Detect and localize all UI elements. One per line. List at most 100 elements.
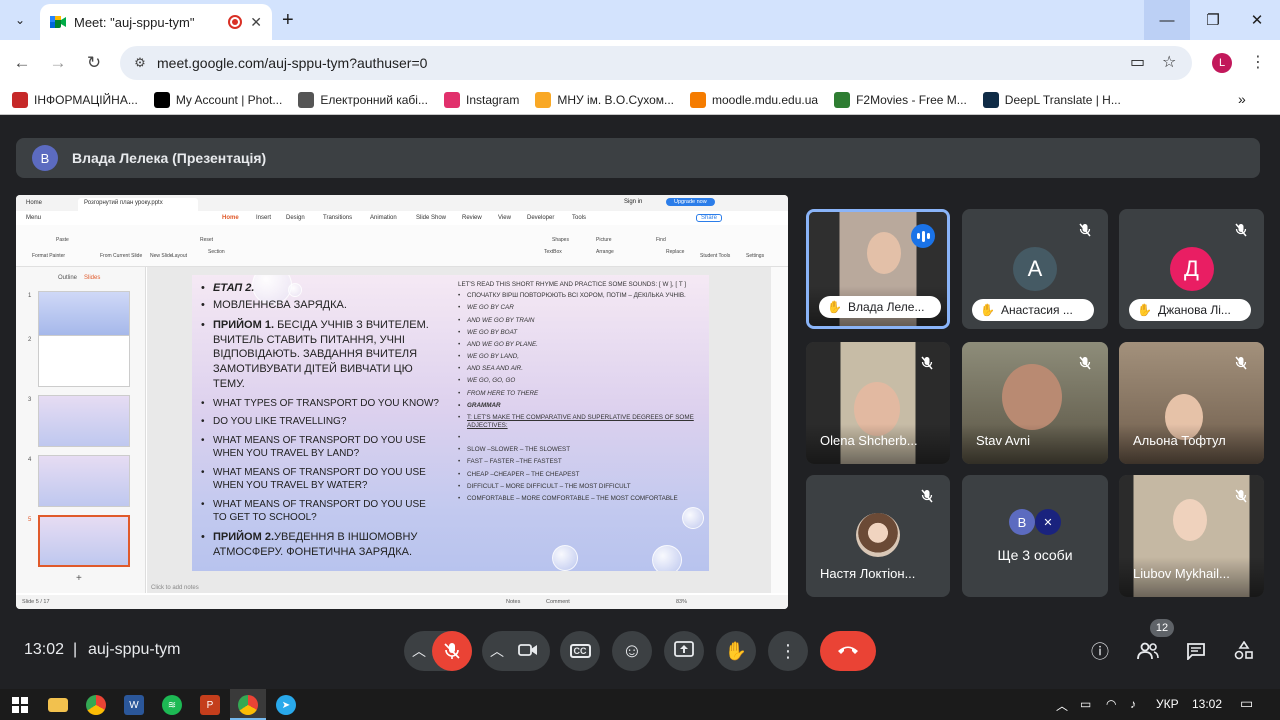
wps-ribbon-button[interactable]: Format Painter bbox=[32, 253, 65, 259]
word-icon[interactable]: W bbox=[124, 695, 144, 715]
wps-menu-item[interactable]: Design bbox=[286, 215, 305, 221]
wps-menu-item[interactable]: View bbox=[498, 215, 511, 221]
participant-tile[interactable]: Olena Shcherb... bbox=[806, 342, 950, 464]
notes-placeholder[interactable]: Click to add notes bbox=[151, 585, 199, 591]
participant-tile[interactable]: А ✋ Анастасия ... bbox=[962, 209, 1108, 329]
wps-signin[interactable]: Sign in bbox=[624, 199, 642, 205]
wps-ribbon-button[interactable]: Settings bbox=[746, 253, 764, 259]
wps-ribbon-button[interactable]: TextBox bbox=[544, 249, 562, 255]
wps-ribbon-button[interactable]: Paste bbox=[56, 237, 69, 243]
battery-icon[interactable]: ▭ bbox=[1080, 697, 1091, 711]
wps-ribbon-button[interactable]: New Slide bbox=[150, 253, 173, 259]
wps-menu-item[interactable]: Slide Show bbox=[416, 215, 446, 221]
reload-icon[interactable]: ↻ bbox=[82, 51, 106, 75]
bookmark-item[interactable]: МНУ ім. В.О.Сухом... bbox=[535, 92, 674, 108]
bookmark-star-icon[interactable]: ☆ bbox=[1162, 52, 1176, 72]
volume-icon[interactable]: ♪ bbox=[1130, 697, 1136, 711]
slide-5[interactable]: ЕТАП 2. МОВЛЕННЄВА ЗАРЯДКА. ПРИЙОМ 1. БЕСІ… bbox=[192, 275, 709, 571]
participant-tile[interactable]: Настя Локтіон... bbox=[806, 475, 950, 597]
comment-toggle[interactable]: Comment bbox=[546, 599, 570, 605]
present-button[interactable] bbox=[664, 631, 704, 671]
camera-in-use-icon[interactable]: ▭ bbox=[1130, 52, 1145, 72]
notifications-icon[interactable]: ▭ bbox=[1240, 695, 1253, 712]
slides-tab[interactable]: Slides bbox=[84, 275, 100, 281]
wps-menu-item[interactable]: Tools bbox=[572, 215, 586, 221]
wps-menu-item[interactable]: Transitions bbox=[323, 215, 352, 221]
reactions-button[interactable]: ☺ bbox=[612, 631, 652, 671]
wps-ribbon-button[interactable]: Student Tools bbox=[700, 253, 730, 259]
slide-thumbnail[interactable] bbox=[38, 335, 130, 387]
slide-thumbnail[interactable] bbox=[38, 395, 130, 447]
windows-start-icon[interactable] bbox=[10, 695, 30, 715]
leave-call-button[interactable] bbox=[820, 631, 876, 671]
participant-tile[interactable]: ✋ Влада Леле... bbox=[806, 209, 950, 329]
bookmark-item[interactable]: DeepL Translate | H... bbox=[982, 92, 1121, 108]
slide-canvas[interactable]: ЕТАП 2. МОВЛЕННЄВА ЗАРЯДКА. ПРИЙОМ 1. БЕСІ… bbox=[147, 267, 771, 593]
chrome-icon[interactable] bbox=[86, 695, 106, 715]
slide-thumbnail[interactable] bbox=[38, 515, 130, 567]
notes-toggle[interactable]: Notes bbox=[506, 599, 520, 605]
bookmark-item[interactable]: moodle.mdu.edu.ua bbox=[690, 92, 818, 108]
minimize-icon[interactable]: — bbox=[1144, 0, 1190, 40]
forward-arrow-icon[interactable]: → bbox=[46, 51, 70, 75]
participant-tile[interactable]: Liubov Mykhail... bbox=[1119, 475, 1264, 597]
mic-off-icon[interactable] bbox=[432, 631, 472, 671]
add-slide-icon[interactable]: + bbox=[76, 573, 82, 584]
restore-icon[interactable]: ❐ bbox=[1190, 0, 1236, 40]
wps-menu-item[interactable]: Insert bbox=[256, 215, 271, 221]
wps-menu-item[interactable]: Animation bbox=[370, 215, 397, 221]
wps-ribbon-button[interactable]: Shapes bbox=[552, 237, 569, 243]
raise-hand-button[interactable]: ✋ bbox=[716, 631, 756, 671]
participant-tile[interactable]: Stav Avni bbox=[962, 342, 1108, 464]
wps-menu-item[interactable]: Developer bbox=[527, 215, 554, 221]
wps-ribbon-button[interactable]: Layout bbox=[172, 253, 187, 259]
wifi-icon[interactable]: ◠ bbox=[1106, 697, 1116, 711]
bookmark-item[interactable]: Instagram bbox=[443, 92, 519, 108]
wps-menu-item[interactable]: Menu bbox=[26, 215, 41, 221]
participant-tile[interactable]: В ✕ Ще 3 особи bbox=[962, 475, 1108, 597]
tab-search-chevron-icon[interactable]: ⌄ bbox=[8, 8, 32, 32]
bookmark-item[interactable]: ІНФОРМАЦІЙНА... bbox=[12, 92, 138, 108]
new-tab-icon[interactable]: + bbox=[282, 9, 294, 32]
outline-tab[interactable]: Outline bbox=[58, 275, 77, 281]
file-explorer-icon[interactable] bbox=[48, 698, 68, 712]
wps-upgrade-button[interactable]: Upgrade now bbox=[666, 198, 715, 206]
mic-options-button[interactable]: ︿ bbox=[404, 631, 472, 671]
slide-thumbnail[interactable] bbox=[38, 455, 130, 507]
chrome-active-icon[interactable] bbox=[238, 695, 258, 715]
wps-ribbon-button[interactable]: Section bbox=[208, 249, 225, 255]
wps-ribbon-button[interactable]: Find bbox=[656, 237, 666, 243]
back-arrow-icon[interactable]: ← bbox=[10, 51, 34, 75]
tab-meet[interactable]: Meet: "auj-sppu-tym" ✕ bbox=[40, 4, 272, 40]
participant-tile[interactable]: Альона Тофтул bbox=[1119, 342, 1264, 464]
profile-avatar[interactable]: L bbox=[1212, 53, 1232, 73]
bookmark-item[interactable]: F2Movies - Free M... bbox=[834, 92, 967, 108]
chrome-menu-icon[interactable]: ⋮ bbox=[1250, 52, 1266, 72]
wps-doc-tab[interactable]: Розгорнутий план уроку.pptx bbox=[78, 198, 198, 211]
address-bar[interactable]: ⚙ meet.google.com/auj-sppu-tym?authuser=… bbox=[120, 46, 1192, 80]
close-window-icon[interactable]: ✕ bbox=[1234, 0, 1280, 40]
activities-icon[interactable] bbox=[1231, 638, 1257, 664]
powerpoint-icon[interactable]: P bbox=[200, 695, 220, 715]
wps-share-button[interactable]: Share bbox=[696, 214, 723, 222]
wps-home-tab[interactable]: Home bbox=[20, 198, 48, 211]
participant-tile[interactable]: Д ✋ Джанова Лі... bbox=[1119, 209, 1264, 329]
bookmark-item[interactable]: Електронний кабі... bbox=[298, 92, 428, 108]
captions-button[interactable]: CC bbox=[560, 631, 600, 671]
people-icon[interactable] bbox=[1135, 638, 1161, 664]
input-language[interactable]: УКР bbox=[1156, 697, 1179, 711]
taskbar-clock[interactable]: 13:02 bbox=[1192, 697, 1222, 711]
camera-icon[interactable] bbox=[518, 642, 538, 663]
wps-ribbon-button[interactable]: Picture bbox=[596, 237, 612, 243]
spotify-icon[interactable]: ≋ bbox=[162, 695, 182, 715]
wps-menu-item[interactable]: Review bbox=[462, 215, 482, 221]
wps-ribbon-button[interactable]: Arrange bbox=[596, 249, 614, 255]
shared-screen[interactable]: Home Розгорнутий план уроку.pptx Sign in… bbox=[16, 195, 788, 609]
zoom-level[interactable]: 83% bbox=[676, 599, 687, 605]
tray-chevron-icon[interactable]: ︿ bbox=[1056, 697, 1068, 714]
wps-menu-item[interactable]: Home bbox=[222, 215, 239, 221]
chat-icon[interactable] bbox=[1183, 638, 1209, 664]
site-settings-icon[interactable]: ⚙ bbox=[128, 51, 152, 75]
telegram-icon[interactable]: ➤ bbox=[276, 695, 296, 715]
more-bookmarks-icon[interactable]: » bbox=[1238, 91, 1252, 107]
